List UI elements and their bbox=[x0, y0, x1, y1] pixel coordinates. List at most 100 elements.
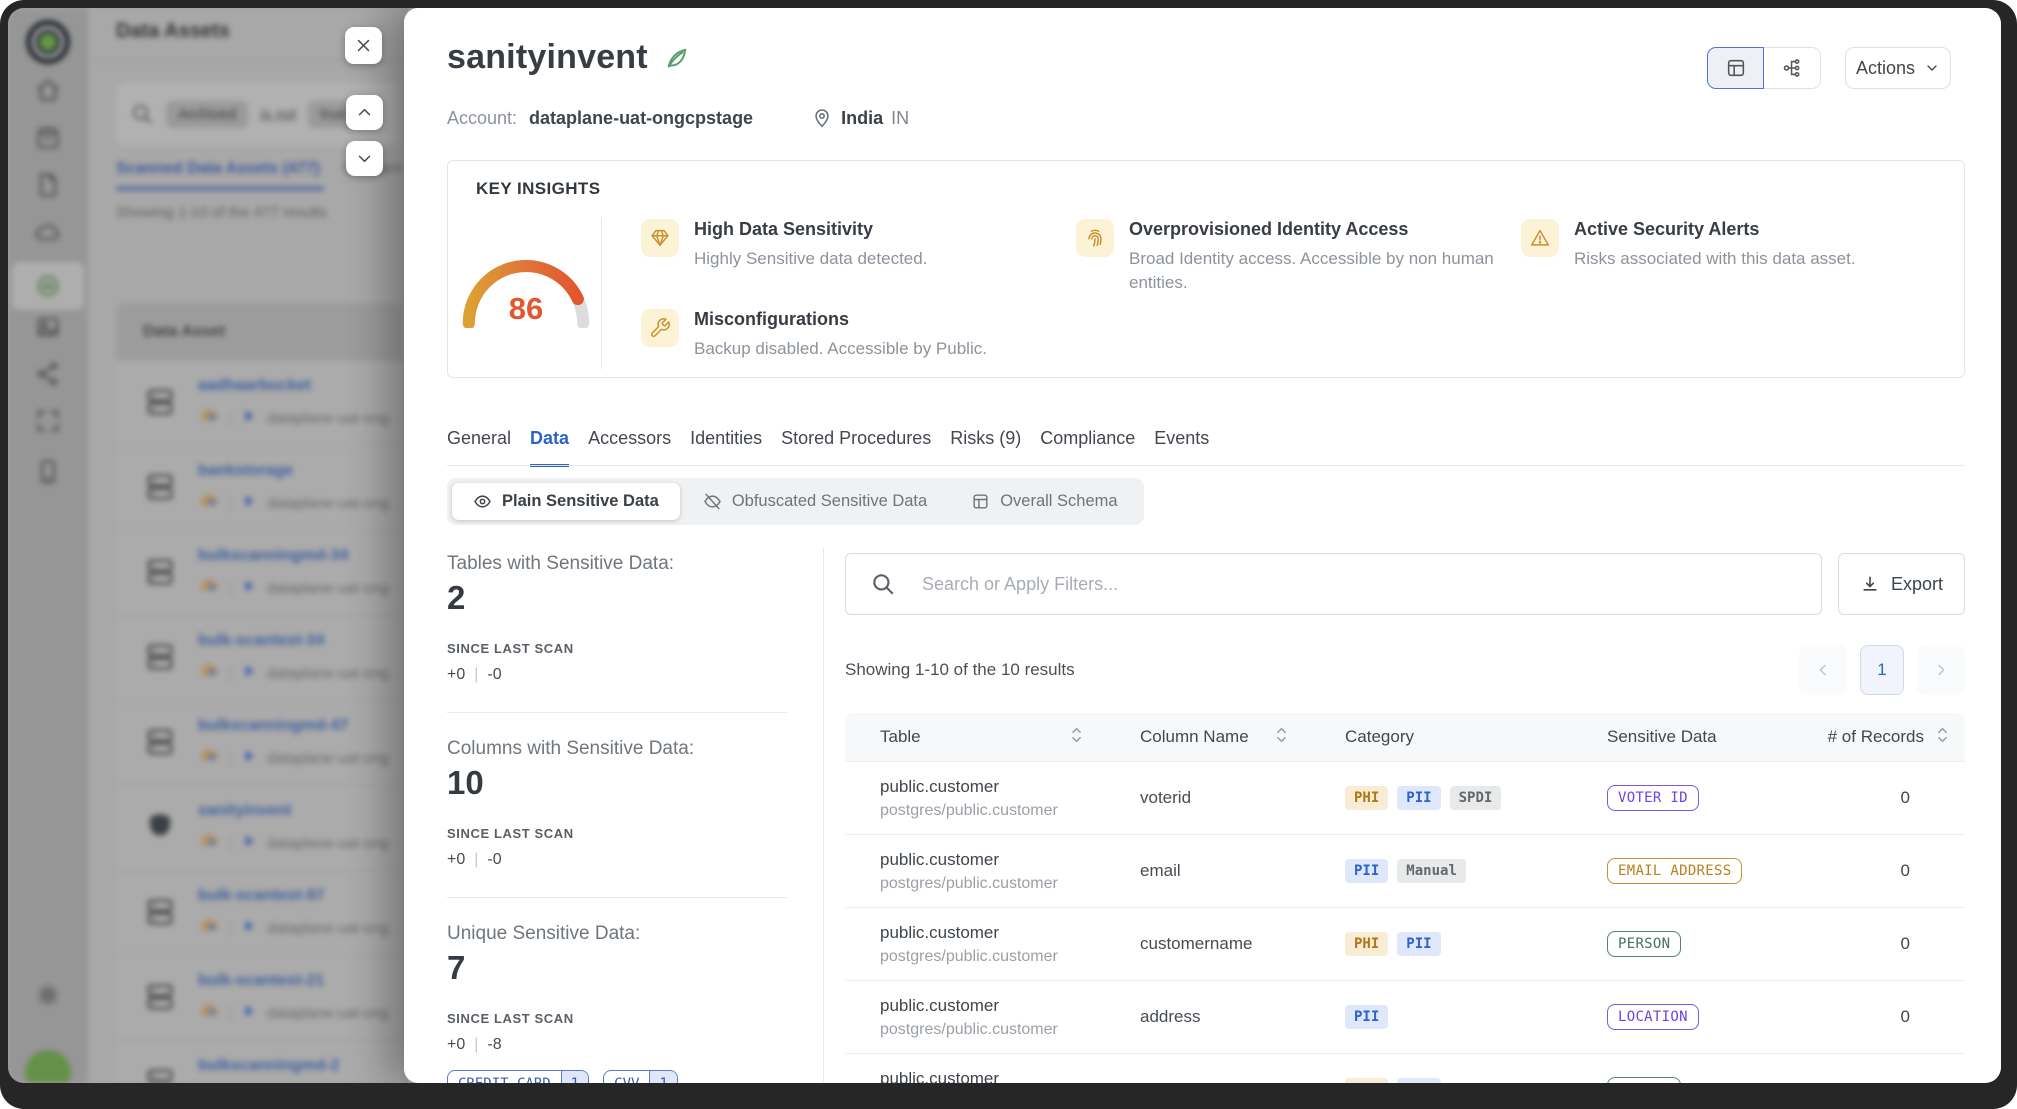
actions-label: Actions bbox=[1856, 58, 1915, 79]
table-row[interactable]: public.customer postgres/public.customer… bbox=[845, 980, 1965, 1053]
sensitive-data-stats: Tables with Sensitive Data: 2 SINCE LAST… bbox=[447, 548, 787, 1083]
stat-label: Tables with Sensitive Data: bbox=[447, 553, 787, 575]
stat-columns: Columns with Sensitive Data: 10 SINCE LA… bbox=[447, 738, 787, 869]
close-panel-button[interactable] bbox=[345, 27, 382, 64]
category-badge: PHI bbox=[1345, 932, 1388, 956]
insight-misconfigurations: Misconfigurations Backup disabled. Acces… bbox=[641, 309, 987, 361]
table-name: public.customer bbox=[880, 850, 1105, 870]
eye-off-icon bbox=[703, 492, 722, 511]
insight-desc: Broad Identity access. Accessible by non… bbox=[1129, 247, 1501, 295]
current-page[interactable]: 1 bbox=[1860, 645, 1904, 695]
table-row[interactable]: public.customer postgres/public.customer… bbox=[845, 834, 1965, 907]
next-page-button[interactable] bbox=[1917, 645, 1965, 695]
table-view-button[interactable] bbox=[1707, 47, 1764, 89]
credit-card-chip[interactable]: CREDIT CARD1 bbox=[447, 1070, 589, 1083]
header-category[interactable]: Category bbox=[1310, 727, 1572, 747]
previous-asset-button[interactable] bbox=[346, 95, 383, 130]
option-label: Overall Schema bbox=[1000, 492, 1117, 511]
chevron-left-icon bbox=[1814, 661, 1832, 679]
sort-icon[interactable] bbox=[1070, 726, 1083, 749]
data-view-toggle: Plain Sensitive Data Obfuscated Sensitiv… bbox=[447, 478, 1144, 525]
location-code: IN bbox=[891, 108, 909, 129]
detail-tab[interactable]: General bbox=[447, 428, 511, 467]
category-badges: PII bbox=[1345, 1005, 1572, 1029]
insight-desc: Highly Sensitive data detected. bbox=[694, 247, 927, 271]
overall-schema-option[interactable]: Overall Schema bbox=[950, 483, 1138, 520]
insight-title: Overprovisioned Identity Access bbox=[1129, 219, 1501, 240]
location-pin-icon bbox=[811, 107, 833, 129]
stat-unique: Unique Sensitive Data: 7 SINCE LAST SCAN… bbox=[447, 923, 787, 1083]
stat-value: 10 bbox=[447, 764, 787, 802]
category-badge: Manual bbox=[1397, 859, 1466, 883]
cell-category: PHIPII bbox=[1310, 932, 1572, 956]
cell-records: 0 bbox=[1789, 934, 1965, 954]
since-last-scan-label: SINCE LAST SCAN bbox=[447, 826, 787, 841]
export-button[interactable]: Export bbox=[1838, 553, 1965, 615]
sensitive-data-pill[interactable]: LOCATION bbox=[1607, 1004, 1699, 1030]
option-label: Obfuscated Sensitive Data bbox=[732, 492, 927, 511]
header-table[interactable]: Table bbox=[845, 726, 1105, 749]
sort-icon[interactable] bbox=[1936, 726, 1949, 749]
table-row[interactable]: public.customer postgres/public.customer… bbox=[845, 1053, 1965, 1083]
table-path: postgres/public.customer bbox=[880, 1021, 1105, 1039]
table-row[interactable]: public.customer postgres/public.customer… bbox=[845, 761, 1965, 834]
category-badge: PII bbox=[1345, 859, 1388, 883]
plain-sensitive-data-option[interactable]: Plain Sensitive Data bbox=[452, 483, 680, 520]
sensitive-data-pill[interactable]: VOTER ID bbox=[1607, 785, 1699, 811]
category-badges: PII Manual bbox=[1345, 859, 1572, 883]
key-insights-card: KEY INSIGHTS 86 bbox=[447, 160, 1965, 378]
insight-title: Active Security Alerts bbox=[1574, 219, 1856, 240]
cell-table: public.customer postgres/public.customer bbox=[845, 923, 1105, 966]
detail-tab[interactable]: Data bbox=[530, 428, 569, 467]
header-column-name[interactable]: Column Name bbox=[1105, 726, 1310, 749]
actions-button[interactable]: Actions bbox=[1845, 47, 1951, 89]
results-search[interactable] bbox=[845, 553, 1822, 615]
sensitive-type-chips: CREDIT CARD1 CVV1 bbox=[447, 1070, 787, 1083]
stat-tables: Tables with Sensitive Data: 2 SINCE LAST… bbox=[447, 553, 787, 684]
detail-tabs: General Data Accessors Identities Stored Pro… bbox=[447, 428, 1209, 467]
header-records[interactable]: # of Records bbox=[1789, 726, 1965, 749]
stat-value: 7 bbox=[447, 949, 787, 987]
cvv-chip[interactable]: CVV1 bbox=[603, 1070, 678, 1083]
sensitive-data-pill[interactable]: EMAIL ADDRESS bbox=[1607, 858, 1742, 884]
results-search-input[interactable] bbox=[920, 573, 1821, 596]
sort-icon[interactable] bbox=[1275, 726, 1288, 749]
cell-column-name: address bbox=[1105, 1007, 1310, 1027]
sensitive-data-pill[interactable]: PERSON bbox=[1607, 1077, 1681, 1083]
graph-view-button[interactable] bbox=[1764, 47, 1821, 89]
alert-triangle-icon bbox=[1521, 219, 1559, 257]
view-mode-toggle bbox=[1707, 47, 1821, 89]
detail-tab[interactable]: Accessors bbox=[588, 428, 671, 467]
key-insights-title: KEY INSIGHTS bbox=[476, 179, 600, 199]
cell-records: 0 bbox=[1789, 1007, 1965, 1027]
table-row[interactable]: public.customer postgres/public.customer… bbox=[845, 907, 1965, 980]
cell-sensitive-data: VOTER ID bbox=[1572, 785, 1789, 811]
pagination: 1 bbox=[1799, 645, 1965, 695]
leaf-icon bbox=[664, 45, 690, 71]
detail-tab[interactable]: Events bbox=[1154, 428, 1209, 467]
header-sensitive-data[interactable]: Sensitive Data bbox=[1572, 727, 1789, 747]
table-name: public.customer bbox=[880, 923, 1105, 943]
detail-tab[interactable]: Risks (9) bbox=[950, 428, 1021, 467]
download-icon bbox=[1860, 574, 1880, 594]
sensitive-data-table: Table Column Name Category Sensitive Dat… bbox=[845, 713, 1965, 1083]
search-icon bbox=[870, 571, 896, 597]
gem-icon bbox=[641, 219, 679, 257]
detail-tab[interactable]: Compliance bbox=[1040, 428, 1135, 467]
results-section: Export Showing 1-10 of the 10 results 1 … bbox=[845, 548, 1965, 1083]
next-asset-button[interactable] bbox=[346, 141, 383, 176]
cell-table: public.customer postgres/public.customer bbox=[845, 850, 1105, 893]
sensitive-data-pill[interactable]: PERSON bbox=[1607, 931, 1681, 957]
table-header: Table Column Name Category Sensitive Dat… bbox=[845, 713, 1965, 761]
location-name: India bbox=[841, 108, 883, 129]
insight-active-security-alerts: Active Security Alerts Risks associated … bbox=[1521, 219, 1856, 271]
app-window: Data Assets Archived is not true Scanned… bbox=[0, 0, 2017, 1109]
previous-page-button[interactable] bbox=[1799, 645, 1847, 695]
cell-column-name: voterid bbox=[1105, 788, 1310, 808]
detail-tab[interactable]: Identities bbox=[690, 428, 762, 467]
category-badges: PHIPII bbox=[1345, 1078, 1572, 1083]
obfuscated-sensitive-data-option[interactable]: Obfuscated Sensitive Data bbox=[682, 483, 948, 520]
wrench-icon bbox=[641, 309, 679, 347]
detail-tab[interactable]: Stored Procedures bbox=[781, 428, 931, 467]
account-label: Account: bbox=[447, 108, 517, 129]
